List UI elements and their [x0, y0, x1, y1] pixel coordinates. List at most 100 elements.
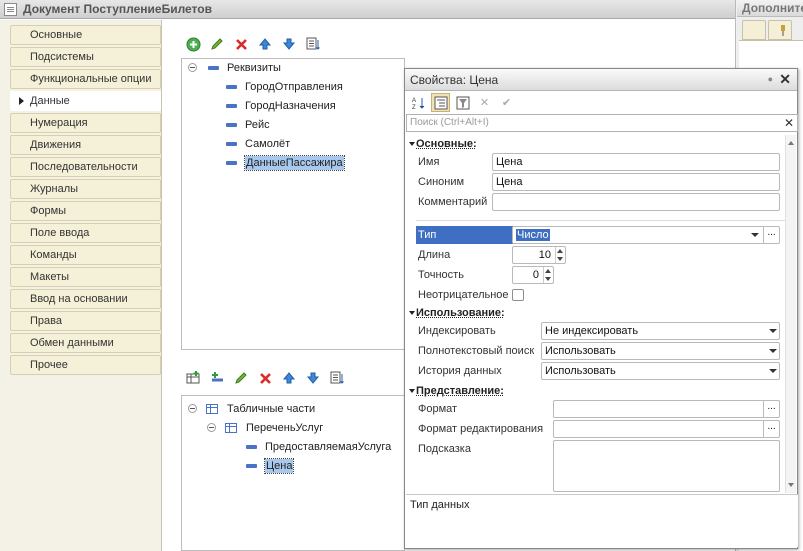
nav-item-functional-options[interactable]: Функциональные опции: [10, 69, 161, 89]
add-attribute-icon: [211, 372, 223, 382]
tree-item-plane[interactable]: Самолёт: [226, 135, 290, 153]
pin-icon[interactable]: ●: [768, 74, 773, 84]
tabular-parts-tree: Табличные части ПереченьУслуг Предоставл…: [181, 395, 405, 551]
attribute-icon: [226, 85, 237, 89]
delete-button[interactable]: [232, 35, 250, 53]
tree-label: ПредоставляемаяУслуга: [265, 441, 392, 453]
name-value: Цена: [496, 156, 523, 168]
sort-alphabetical-button[interactable]: AZ: [409, 93, 428, 112]
move-up-button-bottom[interactable]: [280, 369, 298, 387]
group-title: Основные:: [416, 138, 477, 150]
edit-button[interactable]: [208, 35, 226, 53]
nav-item-input-by-basis[interactable]: Ввод на основании: [10, 289, 161, 309]
group-basic[interactable]: Основные:: [406, 136, 477, 152]
add-button[interactable]: [184, 35, 202, 53]
tree-item-departure-city[interactable]: ГородОтправления: [226, 78, 343, 96]
format-field[interactable]: ...: [553, 400, 780, 418]
delete-icon: [235, 38, 247, 50]
nav-item-journals[interactable]: Журналы: [10, 179, 161, 199]
dropdown-arrow-icon: [769, 329, 777, 333]
tree-item-price[interactable]: Цена: [246, 457, 295, 475]
nav-item-label: Формы: [30, 205, 67, 217]
comment-field[interactable]: [492, 193, 780, 211]
edit-format-field[interactable]: ...: [553, 420, 780, 438]
tree-item-flight[interactable]: Рейс: [226, 116, 270, 134]
nav-item-subsystems[interactable]: Подсистемы: [10, 47, 161, 67]
properties-search-input[interactable]: Поиск (Ctrl+Alt+I) ✕: [406, 114, 798, 132]
nav-item-movements[interactable]: Движения: [10, 135, 161, 155]
dropdown-arrow-icon: [769, 349, 777, 353]
group-presentation[interactable]: Представление:: [406, 383, 504, 399]
nav-item-data[interactable]: Данные: [10, 91, 161, 111]
spin-icon[interactable]: [555, 247, 565, 263]
sort-button-bottom[interactable]: [328, 369, 346, 387]
svg-text:Z: Z: [412, 105, 416, 110]
move-down-button-bottom[interactable]: [304, 369, 322, 387]
type-field[interactable]: Число ...: [512, 226, 780, 244]
tree-root-attributes[interactable]: Реквизиты: [188, 59, 281, 77]
edit-button-bottom[interactable]: [232, 369, 250, 387]
nav-item-label: Движения: [30, 139, 82, 151]
nav-item-label: Основные: [30, 29, 83, 41]
move-up-button[interactable]: [256, 35, 274, 53]
nav-item-rights[interactable]: Права: [10, 311, 161, 331]
spin-icon[interactable]: [543, 267, 553, 283]
sort-button[interactable]: [304, 35, 322, 53]
fulltext-select[interactable]: Использовать: [541, 342, 780, 360]
properties-scrollbar[interactable]: [785, 135, 796, 493]
attribute-icon: [226, 104, 237, 108]
scroll-down-icon[interactable]: [788, 483, 794, 487]
nav-item-data-exchange[interactable]: Обмен данными: [10, 333, 161, 353]
scroll-up-icon[interactable]: [788, 141, 794, 145]
group-usage[interactable]: Использование:: [406, 305, 505, 321]
nav-item-commands[interactable]: Команды: [10, 245, 161, 265]
history-select[interactable]: Использовать: [541, 362, 780, 380]
synonym-field[interactable]: Цена: [492, 173, 780, 191]
tree-item-services-list[interactable]: ПереченьУслуг: [207, 419, 323, 437]
non-negative-checkbox[interactable]: [512, 289, 524, 301]
tree-item-provided-service[interactable]: ПредоставляемаяУслуга: [246, 438, 391, 456]
synonym-value: Цена: [496, 176, 523, 188]
dropdown-arrow-icon[interactable]: [751, 233, 759, 237]
nav-item-basic[interactable]: Основные: [10, 25, 161, 45]
nav-item-input-field[interactable]: Поле ввода: [10, 223, 161, 243]
label-comment: Комментарий: [418, 196, 488, 208]
tree-item-arrival-city[interactable]: ГородНазначения: [226, 97, 336, 115]
delete-button-bottom[interactable]: [256, 369, 274, 387]
name-field[interactable]: Цена: [492, 153, 780, 171]
move-down-button[interactable]: [280, 35, 298, 53]
nav-item-other[interactable]: Прочее: [10, 355, 161, 375]
extra-tab-2[interactable]: [768, 20, 792, 40]
nav-item-templates[interactable]: Макеты: [10, 267, 161, 287]
select-type-button[interactable]: ...: [763, 226, 779, 244]
indexing-value: Не индексировать: [545, 325, 639, 337]
categorized-icon: [434, 96, 447, 109]
extra-tab-1[interactable]: [742, 20, 766, 40]
accept-button[interactable]: ✔: [497, 93, 516, 112]
add-attribute-button[interactable]: [208, 369, 226, 387]
label-edit-format: Формат редактирования: [418, 423, 544, 435]
clear-search-icon[interactable]: ✕: [784, 115, 794, 131]
filter-button[interactable]: [453, 93, 472, 112]
label-type: Тип: [416, 226, 513, 244]
indexing-select[interactable]: Не индексировать: [541, 322, 780, 340]
cancel-button[interactable]: ✕: [475, 93, 494, 112]
precision-stepper[interactable]: 0: [512, 266, 554, 284]
length-stepper[interactable]: 10: [512, 246, 566, 264]
tree-label: Самолёт: [245, 138, 291, 150]
categorized-button[interactable]: [431, 93, 450, 112]
hint-field[interactable]: [553, 440, 780, 492]
nav-item-numbering[interactable]: Нумерация: [10, 113, 161, 133]
nav-item-label: Прочее: [30, 359, 68, 371]
tree-root-tabular-parts[interactable]: Табличные части: [188, 400, 315, 418]
edit-format-open-button[interactable]: ...: [763, 420, 779, 438]
pin-tool-icon: [781, 25, 785, 36]
nav-item-sequences[interactable]: Последовательности: [10, 157, 161, 177]
format-open-button[interactable]: ...: [763, 400, 779, 418]
add-tabular-part-button[interactable]: [184, 369, 202, 387]
sections-nav: Основные Подсистемы Функциональные опции…: [0, 20, 162, 551]
tree-item-passenger-data[interactable]: ДанныеПассажира: [226, 154, 345, 172]
close-icon[interactable]: ✕: [779, 71, 791, 88]
nav-item-forms[interactable]: Формы: [10, 201, 161, 221]
dropdown-arrow-icon: [769, 369, 777, 373]
